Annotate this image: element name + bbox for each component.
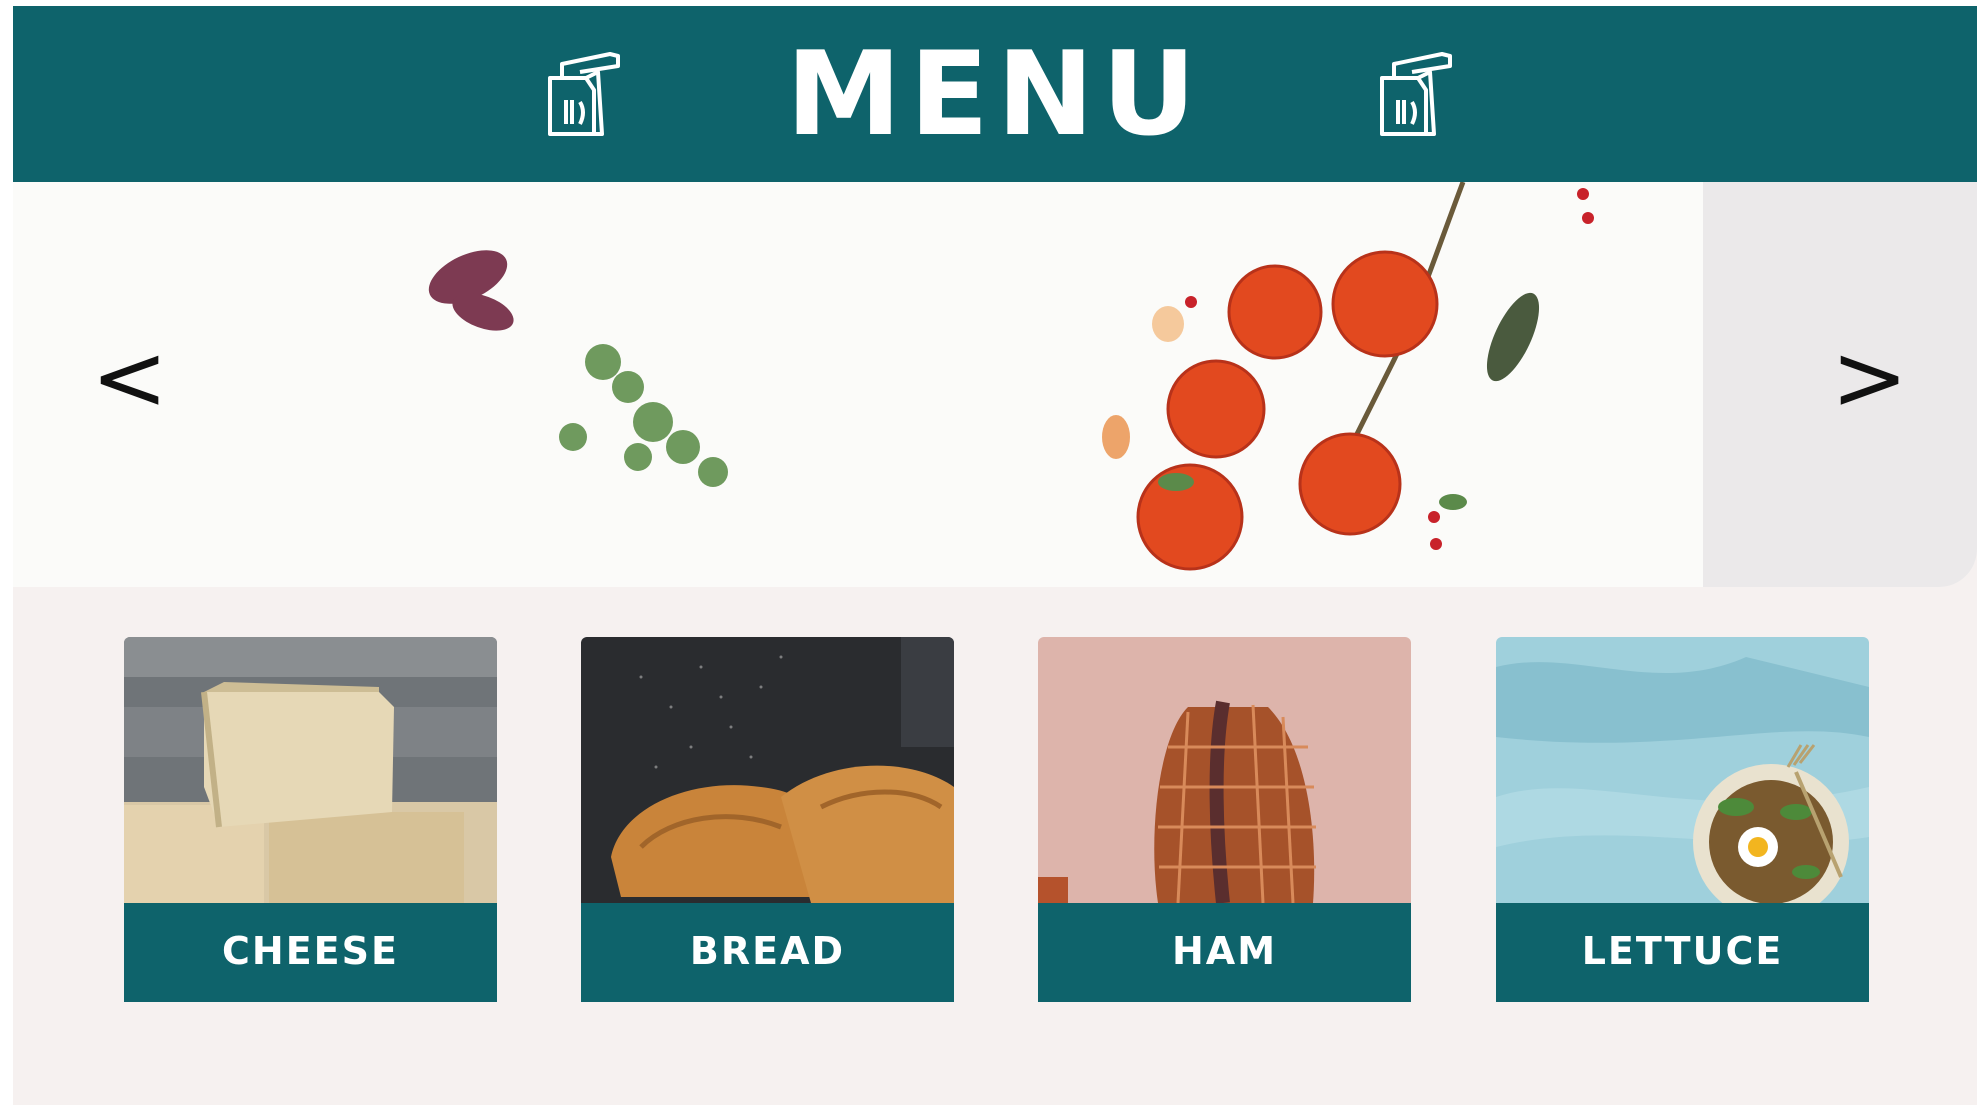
category-card-cheese[interactable]: CHEESE <box>124 637 497 1002</box>
category-card-ham[interactable]: HAM <box>1038 637 1411 1002</box>
sliced-ham-photo <box>1038 637 1411 903</box>
cheese-wheels-photo <box>124 637 497 903</box>
category-card-bread[interactable]: BREAD <box>581 637 954 1002</box>
salad-plate-photo <box>1496 637 1869 903</box>
category-label: CHEESE <box>124 903 497 1002</box>
page-title: MENU <box>786 27 1204 162</box>
category-label: LETTUCE <box>1496 903 1869 1002</box>
category-card-lettuce[interactable]: LETTUCE <box>1496 637 1869 1002</box>
hero-food-image <box>428 182 1594 571</box>
croissants-photo <box>581 637 954 903</box>
category-label: HAM <box>1038 903 1411 1002</box>
takeaway-bag-icon <box>1380 52 1452 136</box>
category-label: BREAD <box>581 903 954 1002</box>
menu-page: MENU < > CHEESE BREAD HAM LETTUCE <box>13 6 1977 1105</box>
carousel-prev-button[interactable]: < <box>91 328 168 428</box>
hero-carousel: < > <box>13 182 1977 587</box>
header-bar: MENU <box>13 6 1977 182</box>
carousel-next-button[interactable]: > <box>1831 328 1908 428</box>
